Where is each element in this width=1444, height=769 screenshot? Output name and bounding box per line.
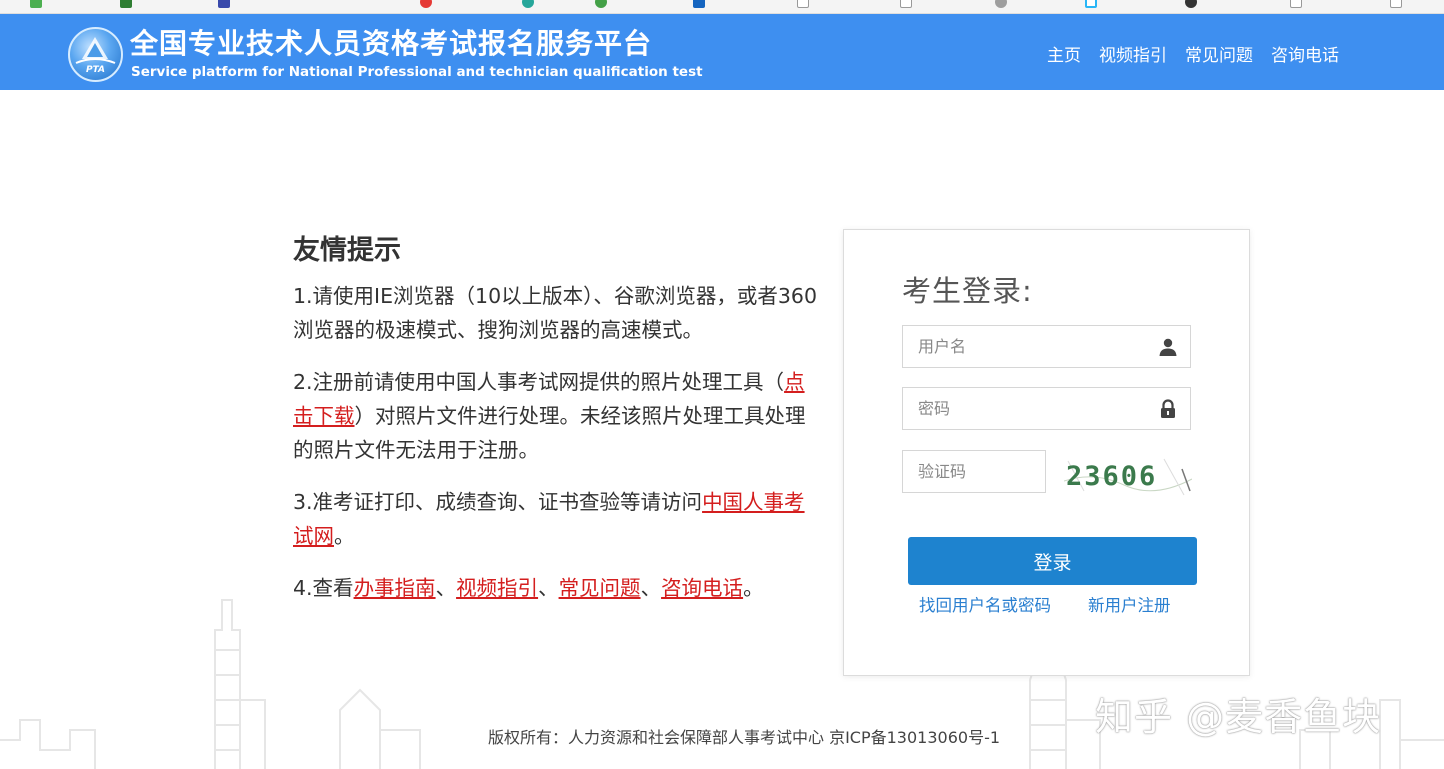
tip-text: 。 — [743, 576, 764, 600]
password-field-wrap — [902, 387, 1191, 430]
login-button[interactable]: 登录 — [908, 537, 1197, 585]
tip-browser: 1.请使用IE浏览器（10以上版本）、谷歌浏览器，或者360浏览器的极速模式、搜… — [293, 284, 818, 342]
bookmark-item[interactable] — [995, 0, 1007, 9]
watermark-text: 知乎 @麦香鱼块 — [1095, 695, 1382, 739]
tip-more-links: 4.查看办事指南、视频指引、常见问题、咨询电话。 — [293, 571, 818, 605]
user-icon — [1159, 338, 1177, 356]
nav-video-guide[interactable]: 视频指引 — [1099, 41, 1167, 66]
captcha-text: 23606 — [1066, 461, 1157, 492]
tip-exam-site: 3.准考证打印、成绩查询、证书查验等请访问中国人事考试网。 — [293, 485, 818, 553]
friendly-tips: 友情提示 1.请使用IE浏览器（10以上版本）、谷歌浏览器，或者360浏览器的极… — [293, 228, 818, 623]
tip-text: 3.准考证打印、成绩查询、证书查验等请访问 — [293, 490, 703, 514]
logo-text: PTA — [86, 65, 105, 75]
nav-home[interactable]: 主页 — [1047, 41, 1081, 66]
site-header: PTA 全国专业技术人员资格考试报名服务平台 Service platform … — [0, 14, 1444, 90]
login-title: 考生登录: — [902, 274, 1033, 308]
faq-link[interactable]: 常见问题 — [559, 576, 641, 600]
bookmark-item[interactable] — [900, 0, 912, 9]
tip-text: 。 — [334, 524, 355, 548]
bookmark-item[interactable] — [218, 0, 230, 9]
username-input[interactable] — [903, 326, 1190, 367]
bookmark-item[interactable] — [522, 0, 534, 9]
bookmark-item[interactable] — [420, 0, 432, 9]
login-panel: 考生登录: 23606 登录 找回用户名或密码 新用户注册 — [843, 229, 1250, 676]
nav-hotline[interactable]: 咨询电话 — [1271, 41, 1339, 66]
separator: 、 — [640, 576, 662, 600]
tip-text: 4.查看 — [293, 576, 354, 600]
hotline-link[interactable]: 咨询电话 — [661, 576, 743, 600]
captcha-image[interactable]: 23606 — [1064, 451, 1192, 499]
bookmark-item[interactable] — [797, 0, 809, 9]
pta-logo[interactable]: PTA — [68, 27, 123, 82]
footer-copyright: 版权所有：人力资源和社会保障部人事考试中心 京ICP备13013060号-1 — [488, 728, 1001, 747]
tip-photo-tool: 2.注册前请使用中国人事考试网提供的照片处理工具（点击下载）对照片文件进行处理。… — [293, 365, 818, 467]
video-guide-link[interactable]: 视频指引 — [456, 576, 538, 600]
recover-account-link[interactable]: 找回用户名或密码 — [919, 592, 1051, 616]
bookmark-item[interactable] — [1085, 0, 1097, 9]
guide-link[interactable]: 办事指南 — [354, 576, 436, 600]
separator: 、 — [435, 576, 457, 600]
pta-logo-icon: PTA — [75, 37, 116, 75]
tip-text: 2.注册前请使用中国人事考试网提供的照片处理工具（ — [293, 370, 785, 394]
username-field-wrap — [902, 325, 1191, 368]
register-link[interactable]: 新用户注册 — [1088, 592, 1171, 616]
separator: 、 — [538, 576, 559, 600]
bookmark-item[interactable] — [595, 0, 607, 9]
bookmark-item[interactable] — [1290, 0, 1302, 9]
browser-bookmarks-bar — [0, 0, 1444, 14]
tip-text: ）对照片文件进行处理。未经该照片处理工具处理的照片文件无法用于注册。 — [293, 404, 806, 462]
bookmark-item[interactable] — [120, 0, 132, 9]
main-nav: 主页 视频指引 常见问题 咨询电话 — [1047, 41, 1339, 66]
lock-icon — [1161, 399, 1175, 418]
bookmark-item[interactable] — [693, 0, 705, 9]
bookmark-item[interactable] — [30, 0, 42, 9]
captcha-input[interactable] — [903, 451, 1045, 492]
captcha-field-wrap — [902, 450, 1046, 493]
bookmark-item[interactable] — [1390, 0, 1402, 9]
password-input[interactable] — [903, 388, 1190, 429]
site-subtitle: Service platform for National Profession… — [131, 64, 703, 80]
nav-faq[interactable]: 常见问题 — [1185, 41, 1253, 66]
tips-heading: 友情提示 — [293, 235, 401, 266]
site-title: 全国专业技术人员资格考试报名服务平台 — [130, 27, 653, 60]
bookmark-item[interactable] — [1185, 0, 1197, 9]
